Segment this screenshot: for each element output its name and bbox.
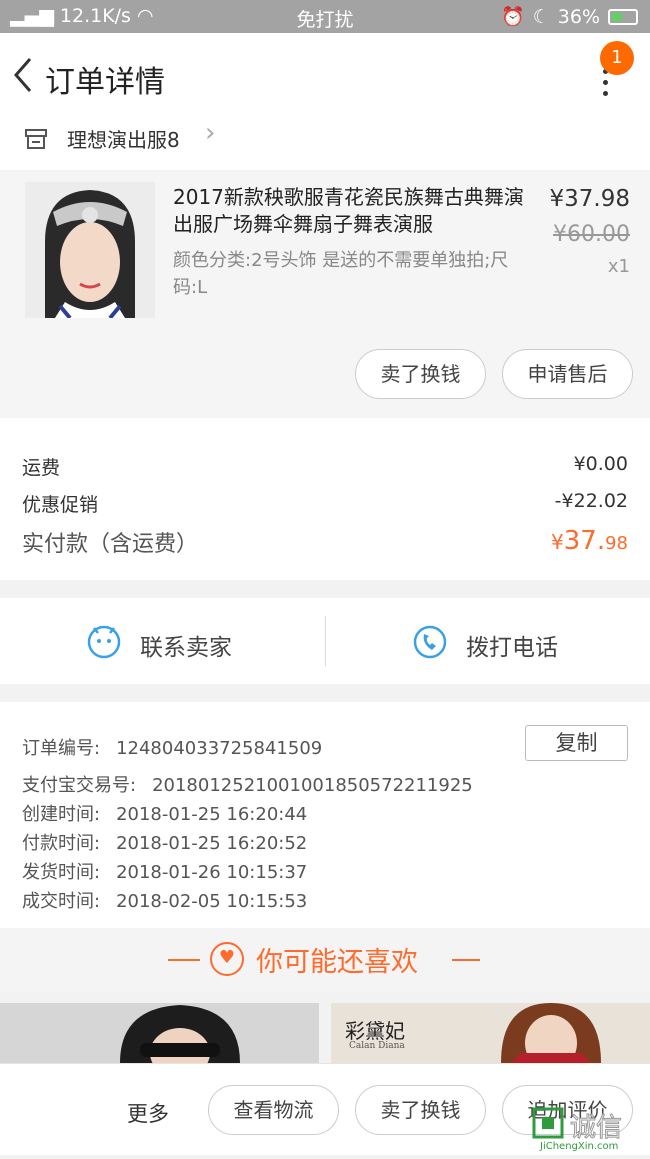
paid-label: 实付款（含运费） bbox=[22, 532, 199, 557]
discount-label: 优惠促销 bbox=[22, 494, 99, 516]
product-price: ¥37.98 bbox=[549, 186, 630, 212]
alipay-trade-row: 支付宝交易号: 2018012521001001850572211925 bbox=[22, 775, 473, 796]
divider bbox=[168, 959, 200, 961]
shop-name: 理想演出服8 bbox=[67, 128, 180, 152]
notification-badge: 1 bbox=[600, 41, 634, 75]
product-image[interactable] bbox=[25, 182, 155, 318]
completed-time-row: 成交时间: 2018-02-05 10:15:53 bbox=[22, 891, 308, 912]
recommend-title: 你可能还喜欢 bbox=[256, 947, 418, 978]
product-spec: 颜色分类:2号头饰 是送的不需要单独拍;尺码:L bbox=[173, 250, 509, 298]
order-info: 订单编号: 124804033725841509 复制 支付宝交易号: 201801… bbox=[0, 702, 650, 928]
battery-percent: 36% bbox=[557, 5, 600, 28]
chevron-right-icon: › bbox=[205, 118, 216, 148]
divider bbox=[452, 959, 480, 961]
alarm-icon: ⏰ bbox=[501, 6, 525, 28]
recommend-item[interactable] bbox=[0, 1003, 319, 1063]
moon-icon: ☾ bbox=[532, 5, 550, 28]
recommend-item[interactable]: 彩黛妃 Calan Diana bbox=[331, 1003, 650, 1063]
call-phone-button[interactable]: 拨打电话 bbox=[326, 598, 650, 684]
shipping-label: 运费 bbox=[22, 457, 61, 479]
nav-header: 订单详情 1 bbox=[0, 33, 650, 118]
paid-value: ¥37.98 bbox=[551, 526, 628, 556]
order-number: 124804033725841509 bbox=[116, 738, 323, 759]
contact-bar: 联系卖家 拨打电话 bbox=[0, 598, 650, 684]
paid-time-row: 付款时间: 2018-01-25 16:20:52 bbox=[22, 833, 308, 854]
more-button[interactable]: 更多 bbox=[127, 1098, 169, 1128]
heart-icon bbox=[210, 942, 244, 976]
fee-summary: 运费 ¥0.00 优惠促销 -¥22.02 实付款（含运费） ¥37.98 bbox=[0, 418, 650, 580]
status-bar: ▂▄▆ 12.1K/s ◠ 免打扰 ⏰ ☾ 36% bbox=[0, 0, 650, 33]
resell-button[interactable]: 卖了换钱 bbox=[355, 349, 486, 399]
copy-button[interactable]: 复制 bbox=[525, 725, 628, 761]
contact-seller-label: 联系卖家 bbox=[140, 635, 232, 661]
product-quantity: x1 bbox=[607, 256, 630, 277]
phone-icon bbox=[413, 625, 447, 659]
resell-button[interactable]: 卖了换钱 bbox=[355, 1085, 486, 1135]
battery-icon bbox=[608, 8, 638, 25]
shipped-time-row: 发货时间: 2018-01-26 10:15:37 bbox=[22, 862, 308, 883]
product-original-price: ¥60.00 bbox=[553, 222, 630, 247]
contact-seller-button[interactable]: 联系卖家 bbox=[0, 598, 325, 684]
shipping-value: ¥0.00 bbox=[573, 453, 628, 475]
view-logistics-button[interactable]: 查看物流 bbox=[208, 1085, 339, 1135]
recommend-header: 你可能还喜欢 bbox=[0, 928, 650, 992]
after-sale-button[interactable]: 申请售后 bbox=[502, 349, 633, 399]
page-title: 订单详情 bbox=[45, 65, 165, 100]
watermark: 诚信 JiChengXin.com bbox=[530, 1105, 650, 1155]
created-time-row: 创建时间: 2018-01-25 16:20:44 bbox=[22, 804, 308, 825]
shop-row[interactable]: 理想演出服8 › bbox=[0, 118, 650, 170]
shop-icon bbox=[25, 129, 47, 149]
call-phone-label: 拨打电话 bbox=[466, 635, 558, 661]
discount-value: -¥22.02 bbox=[554, 490, 628, 512]
brand-logo: 彩黛妃 bbox=[345, 1019, 405, 1043]
back-icon[interactable] bbox=[10, 55, 36, 104]
paid-row: 实付款（含运费） ¥37.98 bbox=[22, 526, 628, 558]
shipping-row: 运费 ¥0.00 bbox=[22, 453, 628, 480]
product-card[interactable]: 2017新款秧歌服青花瓷民族舞古典舞演出服广场舞伞舞扇子舞表演服 颜色分类:2号… bbox=[0, 172, 650, 418]
chat-icon bbox=[87, 625, 121, 659]
order-number-row: 订单编号: 124804033725841509 bbox=[22, 738, 323, 759]
product-title: 2017新款秧歌服青花瓷民族舞古典舞演出服广场舞伞舞扇子舞表演服 bbox=[173, 185, 524, 236]
discount-row: 优惠促销 -¥22.02 bbox=[22, 490, 628, 517]
